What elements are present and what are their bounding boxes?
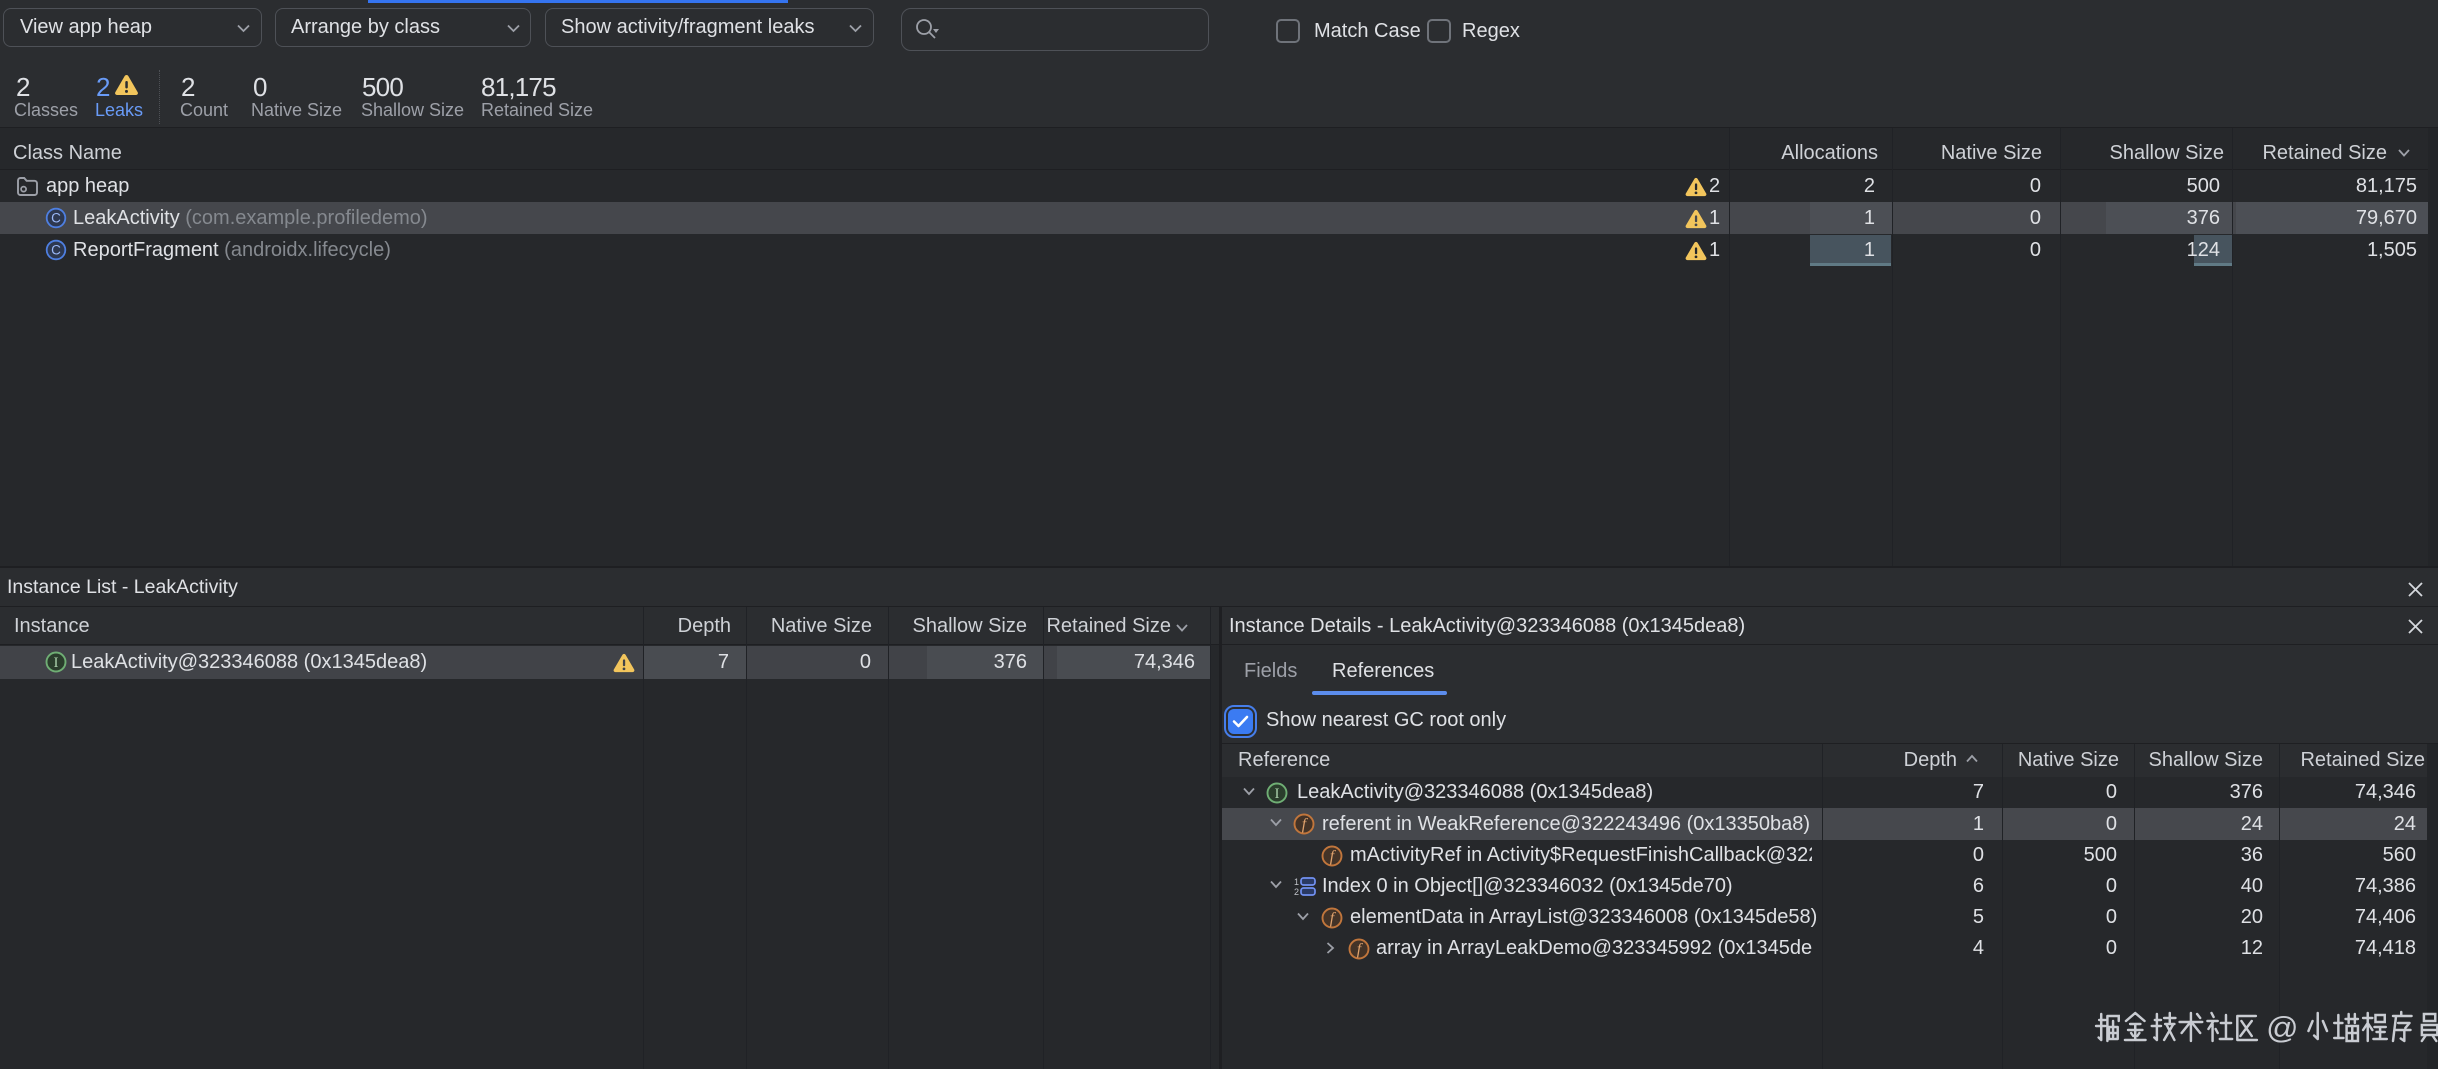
svg-text:@: @ bbox=[2266, 1010, 2298, 1044]
svg-text:I: I bbox=[1275, 786, 1280, 802]
svg-text:1: 1 bbox=[1294, 877, 1299, 887]
svg-text:C: C bbox=[51, 211, 61, 226]
svg-text:2: 2 bbox=[1294, 887, 1299, 897]
svg-text:I: I bbox=[54, 655, 59, 671]
svg-text:C: C bbox=[51, 243, 61, 258]
